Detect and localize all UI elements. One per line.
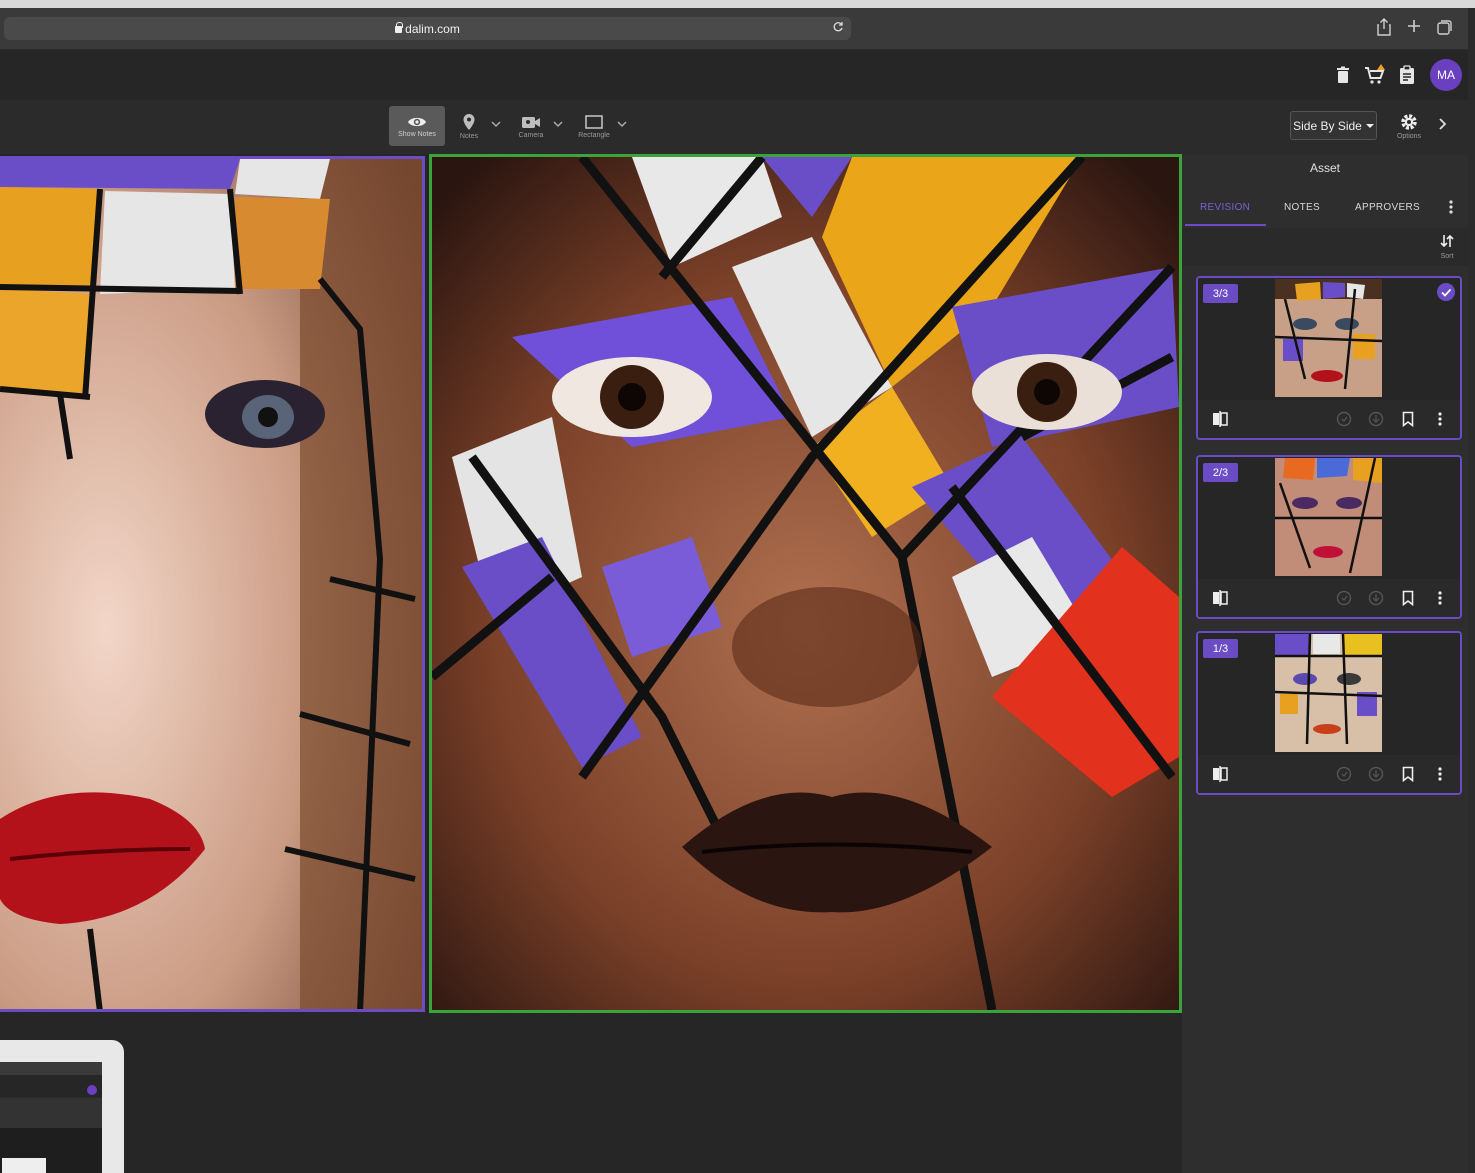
revision-card[interactable]: 3/3 (1196, 276, 1462, 440)
app-header (0, 50, 1468, 100)
trash-icon[interactable] (1332, 64, 1354, 86)
rectangle-chevron-down-icon[interactable] (617, 120, 627, 130)
revision-thumbnail-area[interactable]: 3/3 (1198, 278, 1460, 400)
asset-panel: Asset REVISION NOTES APPROVERS Sort 3/3 … (1182, 154, 1468, 1173)
notes-tool-label: Notes (459, 132, 479, 140)
tab-notes[interactable]: NOTES (1284, 202, 1320, 213)
share-icon[interactable] (1375, 18, 1393, 36)
active-tab-indicator (1185, 224, 1266, 226)
annotation-toolbar: Show Notes Notes Camera Rectangle (0, 100, 1468, 154)
sort-bar: Sort (1182, 228, 1468, 266)
camera-tool-label: Camera (518, 131, 544, 139)
compare-icon[interactable] (1212, 590, 1228, 606)
revision-badge: 2/3 (1203, 463, 1238, 482)
top-strip (0, 0, 1475, 8)
revision-actions (1198, 755, 1460, 793)
bookmark-icon[interactable] (1400, 590, 1416, 607)
camera-chevron-down-icon[interactable] (553, 120, 563, 130)
revision-actions (1198, 579, 1460, 617)
cart-icon[interactable] (1363, 64, 1385, 86)
revision-badge: 1/3 (1203, 639, 1238, 658)
approve-icon[interactable] (1336, 411, 1352, 427)
rectangle-icon (585, 114, 603, 129)
eye-icon (408, 117, 426, 126)
previous-revision-image[interactable] (0, 156, 425, 1012)
panel-more-vertical-icon[interactable] (1449, 200, 1453, 217)
rectangle-tool-button[interactable]: Rectangle (566, 106, 622, 146)
show-notes-button[interactable]: Show Notes (389, 106, 445, 146)
options-label: Options (1396, 133, 1422, 140)
url-text: dalim.com (405, 21, 460, 36)
navigator-thumbnail[interactable] (0, 1040, 124, 1173)
clipboard-icon[interactable] (1396, 64, 1418, 86)
revision-thumbnail (1275, 634, 1382, 752)
user-avatar[interactable]: MA (1430, 59, 1462, 91)
tab-approvers[interactable]: APPROVERS (1355, 202, 1420, 213)
view-mode-value: Side By Side (1293, 118, 1362, 133)
revision-badge: 3/3 (1203, 284, 1238, 303)
revision-thumbnail-area[interactable]: 2/3 (1198, 457, 1460, 579)
sort-button[interactable]: Sort (1439, 234, 1455, 260)
lock-icon (395, 22, 404, 33)
notes-tool-button[interactable]: Notes (441, 106, 497, 146)
tabs-overview-icon[interactable] (1436, 18, 1454, 36)
notes-chevron-down-icon[interactable] (491, 120, 501, 130)
panel-title: Asset (1309, 161, 1340, 175)
download-icon[interactable] (1368, 411, 1384, 427)
reload-icon[interactable] (832, 21, 845, 34)
tab-revision[interactable]: REVISION (1200, 202, 1250, 213)
url-bar[interactable]: dalim.com (4, 17, 851, 40)
rectangle-tool-label: Rectangle (578, 131, 610, 139)
revision-thumbnail (1275, 458, 1382, 576)
more-vertical-icon[interactable] (1432, 411, 1448, 427)
sort-label: Sort (1440, 253, 1454, 260)
browser-bar: dalim.com (0, 8, 1468, 50)
camera-icon (522, 116, 540, 128)
collapse-panel-chevron-right-icon[interactable] (1438, 117, 1448, 136)
compare-icon[interactable] (1212, 411, 1228, 427)
show-notes-label: Show Notes (398, 130, 436, 138)
sort-icon (1440, 234, 1454, 248)
view-mode-select[interactable]: Side By Side (1290, 111, 1377, 140)
revision-card[interactable]: 2/3 (1196, 455, 1462, 619)
current-revision-image[interactable] (429, 154, 1182, 1013)
compare-icon[interactable] (1212, 766, 1228, 782)
revision-actions (1198, 400, 1460, 438)
more-vertical-icon[interactable] (1432, 766, 1448, 782)
bookmark-icon[interactable] (1400, 766, 1416, 783)
revision-thumbnail-area[interactable]: 1/3 (1198, 633, 1460, 755)
bookmark-icon[interactable] (1400, 411, 1416, 428)
caret-down-icon (1365, 123, 1374, 128)
download-icon[interactable] (1368, 590, 1384, 606)
more-vertical-icon[interactable] (1432, 590, 1448, 606)
new-tab-icon[interactable] (1405, 18, 1423, 36)
camera-tool-button[interactable]: Camera (503, 106, 559, 146)
options-button[interactable]: Options (1394, 112, 1424, 144)
revision-card[interactable]: 1/3 (1196, 631, 1462, 795)
revision-thumbnail (1275, 279, 1382, 397)
approve-icon[interactable] (1336, 766, 1352, 782)
download-icon[interactable] (1368, 766, 1384, 782)
approved-check-icon (1437, 283, 1455, 301)
panel-tabs: REVISION NOTES APPROVERS (1182, 194, 1468, 228)
pin-icon (463, 113, 475, 130)
approve-icon[interactable] (1336, 590, 1352, 606)
gear-icon (1401, 114, 1417, 130)
